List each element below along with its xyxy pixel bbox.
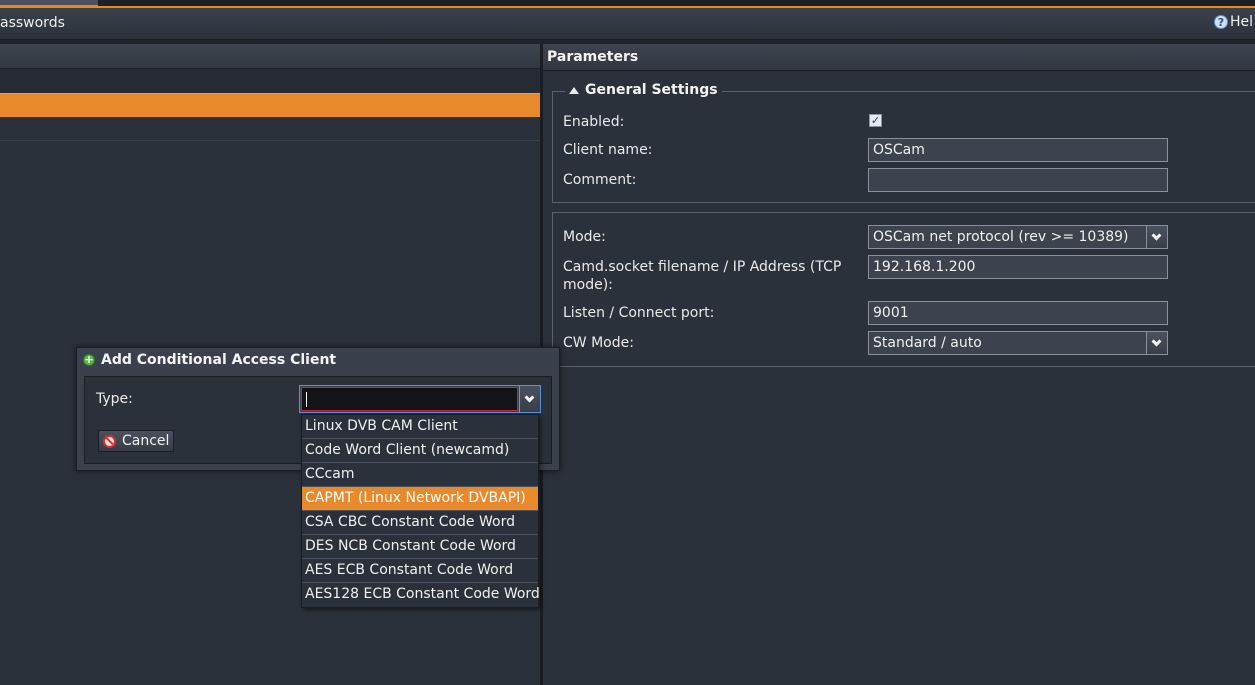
chevron-down-icon (525, 394, 535, 404)
client-list-row[interactable] (0, 117, 540, 141)
comment-label: Comment: (563, 172, 637, 188)
cancel-button[interactable]: Cancel (98, 430, 174, 452)
add-icon: + (83, 353, 95, 366)
comment-input[interactable] (868, 168, 1168, 192)
client-name-input[interactable]: OSCam (868, 138, 1168, 162)
parameters-panel: Parameters General Settings Enabled: ✓ C… (543, 44, 1255, 685)
connection-fieldset: Mode: OSCam net protocol (rev >= 10389) … (552, 212, 1255, 367)
cw-mode-label: CW Mode: (563, 335, 634, 351)
parameters-header: Parameters (543, 44, 1255, 71)
collapse-arrow-icon (569, 86, 579, 94)
toolbar-tab-passwords[interactable]: asswords (0, 15, 65, 31)
type-option[interactable]: Linux DVB CAM Client (302, 415, 538, 439)
help-icon: ? (1214, 15, 1228, 29)
enabled-label: Enabled: (563, 114, 625, 130)
cw-mode-select[interactable]: Standard / auto (868, 331, 1168, 355)
type-option[interactable]: CSA CBC Constant Code Word (302, 511, 538, 535)
client-name-label: Client name: (563, 142, 653, 158)
text-caret (306, 392, 307, 407)
socket-input[interactable]: 192.168.1.200 (868, 255, 1168, 279)
cancel-icon (103, 434, 116, 448)
chevron-down-icon (1152, 232, 1162, 242)
chevron-down-icon (1152, 338, 1162, 348)
mode-value: OSCam net protocol (rev >= 10389) (873, 229, 1129, 245)
type-combobox[interactable] (299, 385, 541, 413)
general-settings-title: General Settings (585, 82, 718, 98)
port-label: Listen / Connect port: (563, 305, 715, 321)
mode-select[interactable]: OSCam net protocol (rev >= 10389) (868, 225, 1168, 249)
type-option[interactable]: CCcam (302, 463, 538, 487)
help-button[interactable]: ? Hel (1214, 14, 1253, 30)
type-option[interactable]: DES NCB Constant Code Word (302, 535, 538, 559)
parameters-title: Parameters (547, 49, 639, 65)
enabled-checkbox[interactable]: ✓ (869, 114, 882, 127)
cw-mode-dropdown-button[interactable] (1146, 332, 1167, 354)
type-options-list: Linux DVB CAM Client Code Word Client (n… (301, 414, 540, 608)
mode-label: Mode: (563, 229, 606, 245)
type-input[interactable] (301, 387, 518, 411)
type-option[interactable]: AES ECB Constant Code Word (302, 559, 538, 583)
type-option-highlighted[interactable]: CAPMT (Linux Network DVBAPI) (302, 487, 538, 511)
dialog-title: Add Conditional Access Client (101, 352, 337, 368)
socket-label: Camd.socket filename / IP Address (TCP m… (563, 259, 842, 293)
client-list-toolbar (0, 69, 540, 93)
type-dropdown-button[interactable] (519, 386, 540, 412)
help-label: Hel (1230, 14, 1254, 30)
toolbar: asswords ? Hel (0, 8, 1255, 40)
client-list-header (0, 44, 540, 69)
type-label: Type: (96, 391, 133, 407)
type-option[interactable]: AES128 ECB Constant Code Word (302, 583, 540, 606)
cw-mode-value: Standard / auto (873, 335, 982, 351)
dialog-title-bar[interactable]: + Add Conditional Access Client (83, 352, 336, 368)
type-option[interactable]: Code Word Client (newcamd) (302, 439, 538, 463)
cancel-label: Cancel (122, 433, 170, 449)
general-settings-legend[interactable]: General Settings (565, 82, 722, 98)
general-settings-fieldset: General Settings Enabled: ✓ Client name:… (552, 82, 1255, 203)
port-input[interactable]: 9001 (868, 301, 1168, 325)
mode-dropdown-button[interactable] (1146, 226, 1167, 248)
client-list-row-selected[interactable] (0, 93, 540, 118)
